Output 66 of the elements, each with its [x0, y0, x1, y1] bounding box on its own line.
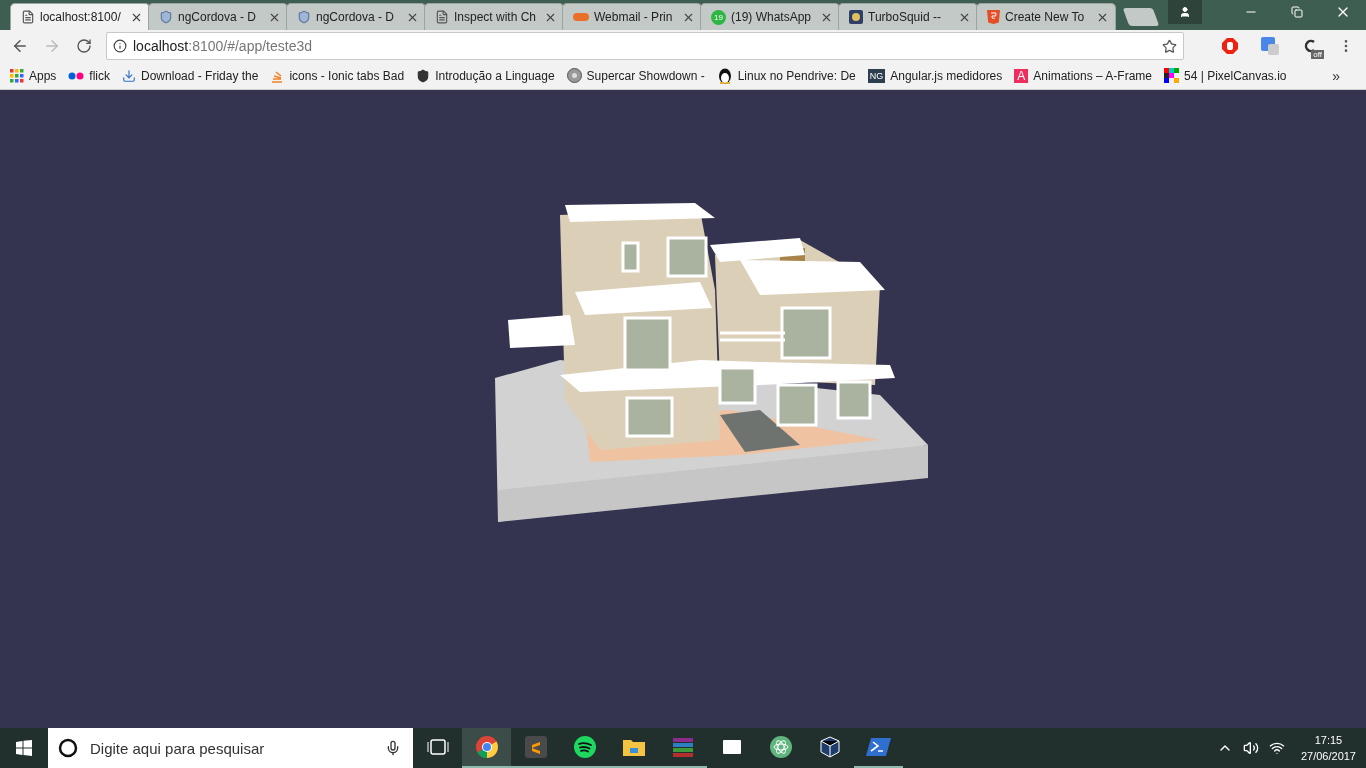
bookmark-link[interactable]: Download - Friday the — [122, 68, 259, 83]
new-tab-button[interactable] — [1122, 8, 1160, 26]
letter-c-icon — [1304, 39, 1316, 53]
chrome-icon — [474, 735, 499, 759]
profile-button[interactable] — [1168, 0, 1202, 24]
grid-icon — [10, 68, 24, 83]
wheel-icon — [566, 68, 582, 83]
browser-tab[interactable]: 19 (19) WhatsApp — [700, 3, 840, 30]
dots-icon — [68, 71, 85, 80]
address-bar[interactable]: localhost:8100/#/app/teste3d — [106, 32, 1184, 60]
cube-icon — [818, 735, 841, 759]
books-icon — [670, 736, 695, 758]
speaker-icon[interactable] — [1242, 740, 1259, 756]
bookmark-link[interactable]: Apps — [10, 68, 57, 83]
logo-icon — [849, 10, 863, 24]
status-badge: off — [1311, 50, 1324, 59]
info-icon — [113, 39, 127, 53]
atom-icon — [768, 735, 793, 759]
wifi-icon[interactable] — [1268, 740, 1285, 756]
shield-icon — [297, 10, 311, 24]
page-icon — [435, 10, 449, 24]
bookmark-link[interactable]: A Animations – A-Frame — [1014, 68, 1153, 83]
shield-icon — [159, 10, 173, 24]
taskbar-search-bar[interactable]: Digite aqui para pesquisar — [48, 728, 413, 768]
taskbar-app-button[interactable] — [462, 728, 511, 768]
url-text: localhost:8100/#/app/teste3d — [133, 38, 314, 54]
bookmark-link[interactable]: Introdução a Linguage — [416, 68, 555, 83]
chat-badge: 19 — [711, 9, 726, 25]
browser-tab[interactable]: localhost:8100/ — [10, 3, 150, 30]
browser-tab[interactable]: Webmail - Prin — [562, 3, 702, 30]
spotify-icon — [572, 735, 597, 759]
logo-badge: NG — [867, 68, 886, 83]
browser-tab[interactable]: ngCordova - D — [286, 3, 426, 30]
page-icon — [21, 10, 35, 24]
task-view-icon — [426, 739, 449, 755]
shield-icon — [416, 68, 431, 83]
bookmark-link[interactable]: NG Angular.js medidores — [867, 68, 1003, 83]
sublime-icon — [524, 736, 547, 758]
restore-icon — [1291, 6, 1303, 18]
browser-tab[interactable]: TurboSquid -- — [838, 3, 978, 30]
browser-tab[interactable]: Create New To — [976, 3, 1116, 30]
arrow-right-icon — [43, 37, 61, 55]
more-bookmarks-button[interactable]: » — [1332, 67, 1340, 84]
penguin-icon — [716, 67, 733, 84]
stack-icon — [270, 68, 285, 83]
extension-button[interactable]: off — [1296, 32, 1324, 60]
star-icon[interactable] — [1162, 38, 1177, 54]
person-icon — [1179, 6, 1191, 18]
terminal-icon — [865, 737, 892, 757]
bookmark-link[interactable]: Linux no Pendrive: De — [716, 67, 856, 84]
circle-icon — [58, 738, 78, 758]
mic-icon[interactable] — [385, 740, 401, 756]
bookmark-link[interactable]: flick — [68, 68, 111, 83]
shield-icon — [987, 10, 1000, 24]
bookmark-link[interactable]: Supercar Showdown - — [566, 68, 705, 83]
browser-tab[interactable]: Inspect with Ch — [424, 3, 564, 30]
reload-icon — [76, 38, 92, 54]
browser-tab[interactable]: ngCordova - D — [148, 3, 288, 30]
clock[interactable]: 17:15 27/06/2017 — [1300, 732, 1356, 764]
pixel-icon — [1164, 68, 1180, 83]
bookmark-link[interactable]: 54 | PixelCanvas.io — [1164, 68, 1287, 83]
bookmark-link[interactable]: icons - Ionic tabs Bad — [270, 68, 405, 83]
folder-icon — [621, 737, 646, 757]
download-icon — [122, 68, 137, 83]
logo-badge: A — [1014, 68, 1029, 83]
logo-icon — [573, 11, 589, 23]
